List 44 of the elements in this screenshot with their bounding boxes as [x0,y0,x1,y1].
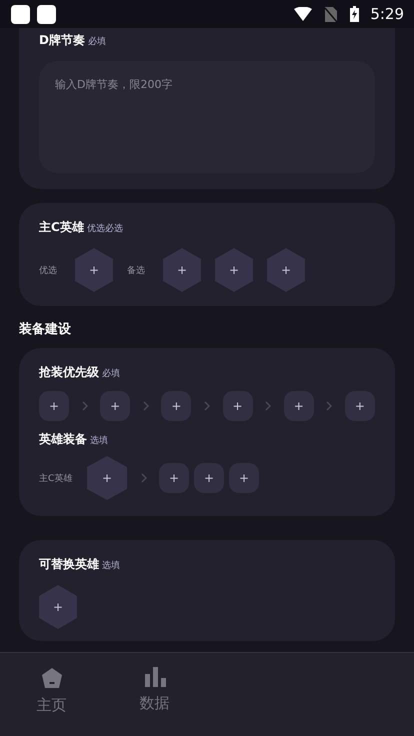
chevron-right-icon [82,401,88,411]
add-hero-button[interactable]: + [39,585,77,629]
section-title: 抢装优先级 [39,364,99,381]
section-title: 英雄装备 [39,431,87,448]
required-tag: 必填 [102,367,120,380]
rhythm-input-field[interactable]: 输入D牌节奏，限200字 [39,61,375,173]
chevron-right-icon [326,401,332,411]
optional-tag: 选填 [102,559,120,572]
battery-charging-icon [350,6,360,22]
add-item-button[interactable]: + [100,391,130,421]
app-icon [11,4,30,24]
no-sim-icon [325,6,338,22]
section-title: D牌节奏 [39,32,85,49]
section-title: 主C英雄 [39,219,84,236]
chevron-right-icon [204,401,210,411]
slot-label: 优选 [39,264,57,276]
slot-label: 备选 [127,264,145,276]
add-item-button[interactable]: + [161,391,192,421]
add-hero-button[interactable]: + [87,456,127,500]
add-item-button[interactable]: + [344,391,375,421]
optional-tag: 选填 [90,434,108,447]
required-tag: 优选必选 [86,222,123,235]
add-item-button[interactable]: + [284,391,314,421]
wifi-icon [294,7,312,21]
chevron-right-icon [141,473,147,483]
section-heading: 装备建设 [19,321,72,338]
chevron-right-icon [142,401,149,411]
add-item-button[interactable]: + [222,391,253,421]
add-item-button[interactable]: + [159,463,189,493]
add-hero-button[interactable]: + [267,248,305,292]
add-hero-button[interactable]: + [75,248,113,292]
clock-time: 5:29 [370,5,404,23]
app-icon [37,4,56,24]
add-item-button[interactable]: + [39,391,69,421]
home-icon [40,667,62,689]
add-item-button[interactable]: + [229,463,259,493]
chevron-right-icon [265,401,272,411]
slot-label: 主C英雄 [39,472,74,484]
add-hero-button[interactable]: + [163,248,201,292]
section-title: 可替换英雄 [39,556,99,573]
add-item-button[interactable]: + [194,463,224,493]
add-hero-button[interactable]: + [215,248,253,292]
required-tag: 必填 [88,35,106,48]
bar-chart-icon [144,667,166,687]
